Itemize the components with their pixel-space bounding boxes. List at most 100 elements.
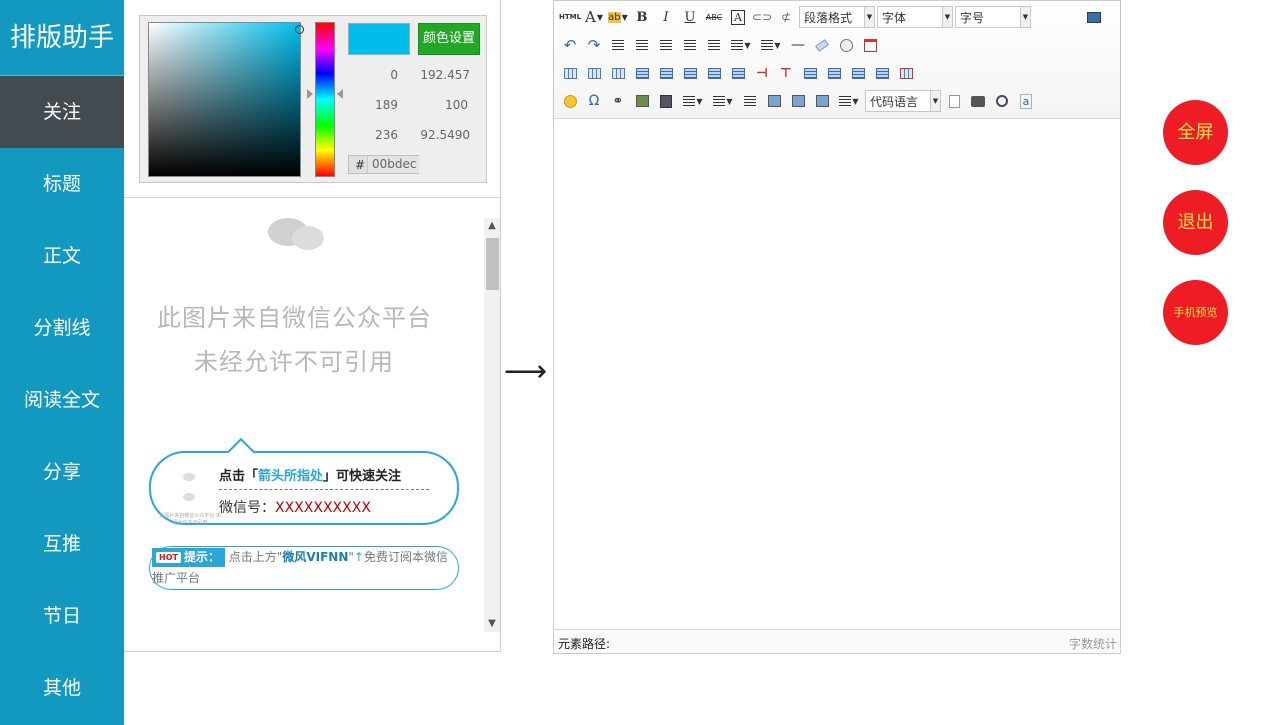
preview-scrollbar[interactable]: ▲ ▼ [484,218,500,632]
fullscreen-toggle-button[interactable] [1082,6,1106,28]
mobile-preview-button[interactable]: 手机预览 [1163,280,1228,345]
split-cells-button[interactable] [798,62,822,84]
clear-format-button[interactable] [810,34,834,56]
follow-prefix: 点击「 [219,469,259,484]
indent-icon [612,40,624,50]
hex-input[interactable]: 00bdec [367,156,419,173]
image-float-button[interactable]: ▼ [678,90,708,112]
word-image-button[interactable]: a [1014,90,1038,112]
hue-value[interactable]: 192.457 [410,68,470,82]
unlink-button[interactable]: ⊄ [774,6,798,28]
horizontal-rule-button[interactable]: — [786,34,810,56]
ordered-list-button[interactable]: ▼ [726,34,756,56]
search-replace-button[interactable]: ⚭ [606,90,630,112]
insert-image-button[interactable] [630,90,654,112]
hue-arrow-left-icon[interactable] [307,89,313,99]
paragraph-spacing-button[interactable] [738,90,762,112]
undo-button[interactable]: ↶ [558,34,582,56]
fullscreen-button[interactable]: 全屏 [1163,100,1228,165]
image-none-button[interactable] [786,90,810,112]
split-cells-icon [803,67,817,79]
italic-button[interactable]: I [654,6,678,28]
blue-value[interactable]: 236 [348,128,398,142]
brightness-value[interactable]: 92.5490 [410,128,470,142]
saturation-value-area[interactable] [148,22,304,177]
exit-button[interactable]: 退出 [1163,190,1228,255]
font-size-select[interactable]: 字号 ▼ [955,6,1031,28]
sidebar-item-other[interactable]: 其他 [0,652,124,724]
unlink-icon: ⊄ [780,10,792,24]
line-height-button[interactable]: ▼ [834,90,864,112]
set-color-button[interactable]: 颜色设置 [418,23,480,55]
follow-bubble[interactable]: 此图片来自微信公众平台 未经允许不可引用 点击「箭头所指处」可快速关注 微信号：… [149,437,459,526]
green-value[interactable]: 189 [348,98,398,112]
align-right-button[interactable] [654,34,678,56]
insert-video-button[interactable] [654,90,678,112]
image-center-button[interactable] [810,90,834,112]
strikethrough-button[interactable]: ABC [702,6,726,28]
font-color-icon: A [585,8,596,26]
sidebar-item-title[interactable]: 标题 [0,148,124,220]
dashed-divider [219,489,429,490]
hue-arrow-right-icon[interactable] [337,89,343,99]
split-rows-button[interactable] [822,62,846,84]
unordered-list-button[interactable]: ▼ [756,34,786,56]
table-properties-button[interactable] [582,62,606,84]
sidebar-item-read-more[interactable]: 阅读全文 [0,364,124,436]
paragraph-format-select[interactable]: 段落格式 ▼ [799,6,875,28]
sidebar-item-body[interactable]: 正文 [0,220,124,292]
insert-row-button[interactable] [654,62,678,84]
merge-right-button[interactable] [726,62,750,84]
insert-caption-button[interactable] [630,62,654,84]
indent-button[interactable] [606,34,630,56]
scroll-thumb[interactable] [486,238,499,290]
split-columns-button[interactable] [846,62,870,84]
highlight-button[interactable]: ab ▼ [606,6,630,28]
underline-button[interactable]: U [678,6,702,28]
font-family-select[interactable]: 字体 ▼ [877,6,953,28]
sidebar-item-holiday[interactable]: 节日 [0,580,124,652]
subscribe-tip[interactable]: HOT 提示： 点击上方"微风VIFNN"↑免费订阅本微信推广平台 [149,546,459,590]
code-language-select[interactable]: 代码语言 ▼ [865,90,941,112]
sidebar-item-share[interactable]: 分享 [0,436,124,508]
justify-button[interactable] [702,34,726,56]
hue-slider[interactable] [315,22,335,177]
html-source-button[interactable]: HTML [558,6,582,28]
saturation-value[interactable]: 100 [410,98,468,112]
delete-table-button[interactable] [606,62,630,84]
table-header-button[interactable] [870,62,894,84]
insert-column-button[interactable] [678,62,702,84]
link-button[interactable]: ⊂⊃ [750,6,774,28]
sidebar-item-follow[interactable]: 关注 [0,76,124,148]
special-chars-button[interactable]: Ω [582,90,606,112]
preview-button[interactable] [990,90,1014,112]
font-border-button[interactable]: A [726,6,750,28]
bold-button[interactable]: B [630,6,654,28]
align-center-button[interactable] [678,34,702,56]
ordered-list-icon [731,40,744,50]
image-left-button[interactable] [762,90,786,112]
sidebar-item-cross-promo[interactable]: 互推 [0,508,124,580]
insert-date-button[interactable] [858,34,882,56]
new-page-button[interactable] [942,90,966,112]
scroll-down-icon[interactable]: ▼ [484,616,500,632]
color-cursor[interactable] [295,25,304,34]
insert-time-button[interactable] [834,34,858,56]
bubble-tail [226,437,256,467]
sidebar-item-divider[interactable]: 分割线 [0,292,124,364]
row-spacing-icon [713,96,726,106]
delete-row-button[interactable]: ⊣ [750,62,774,84]
print-button[interactable] [966,90,990,112]
emotion-button[interactable] [558,90,582,112]
scroll-up-icon[interactable]: ▲ [484,218,500,234]
merge-cells-button[interactable] [702,62,726,84]
delete-table-all-button[interactable] [894,62,918,84]
delete-column-button[interactable]: ⊤ [774,62,798,84]
insert-table-button[interactable] [558,62,582,84]
editor-content-area[interactable] [554,119,1120,629]
red-value[interactable]: 0 [348,68,398,82]
align-left-button[interactable] [630,34,654,56]
row-spacing-button[interactable]: ▼ [708,90,738,112]
redo-button[interactable]: ↷ [582,34,606,56]
font-color-button[interactable]: A ▼ [582,6,606,28]
